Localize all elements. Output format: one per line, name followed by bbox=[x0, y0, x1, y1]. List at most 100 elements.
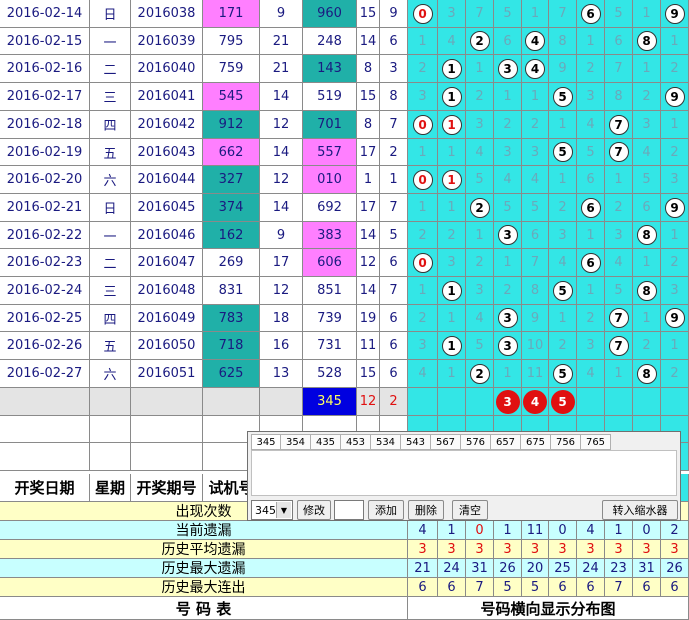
group-tab[interactable]: 756 bbox=[551, 434, 581, 450]
group-tab[interactable]: 576 bbox=[461, 434, 491, 450]
group-tab[interactable]: 354 bbox=[281, 434, 311, 450]
weekday-text: 日 bbox=[103, 8, 117, 23]
draw-sum-text: 17 bbox=[359, 200, 377, 215]
distribution-cell: 2 bbox=[661, 55, 689, 83]
miss-count: 1 bbox=[530, 6, 540, 21]
miss-count: 2 bbox=[670, 144, 679, 160]
stat-value-cell: 3 bbox=[661, 540, 689, 559]
group-tab[interactable]: 534 bbox=[371, 434, 401, 450]
test-number-text: 625 bbox=[218, 366, 244, 381]
stat-value-cell: 0 bbox=[549, 521, 577, 540]
miss-count: 4 bbox=[614, 255, 623, 270]
draw-number-cell: 010 bbox=[303, 166, 357, 194]
distribution-cell: 1 bbox=[408, 139, 438, 166]
group-tab[interactable]: 657 bbox=[491, 434, 521, 450]
weekday-cell: 六 bbox=[90, 360, 131, 388]
draw-span-cell: 3 bbox=[380, 55, 408, 83]
test-sum-cell: 12 bbox=[260, 166, 303, 194]
test-sum-text: 13 bbox=[272, 366, 290, 381]
group-tab[interactable]: 543 bbox=[401, 434, 431, 450]
distribution-cell: 2 bbox=[438, 222, 466, 249]
draw-number-cell: 701 bbox=[303, 111, 357, 139]
miss-count: 7 bbox=[475, 6, 484, 21]
draw-sum-text: 14 bbox=[359, 33, 377, 49]
miss-count: 1 bbox=[530, 89, 540, 104]
distribution-cell: 7 bbox=[549, 0, 577, 28]
test-sum-cell: 21 bbox=[260, 28, 303, 55]
weekday-text: 五 bbox=[103, 340, 117, 355]
date-text: 2016-02-24 bbox=[6, 283, 83, 298]
test-sum-cell: 13 bbox=[260, 360, 303, 388]
miss-count: 4 bbox=[558, 255, 567, 270]
stat-value: 21 bbox=[414, 560, 431, 576]
draw-sum-text: 17 bbox=[359, 144, 377, 160]
draw-number-text: 701 bbox=[317, 117, 342, 132]
weekday-text: 二 bbox=[103, 257, 117, 272]
miss-count: 8 bbox=[558, 33, 567, 49]
miss-count: 2 bbox=[670, 255, 679, 270]
distribution-cell: 1 bbox=[661, 332, 689, 360]
distribution-cell: 2 bbox=[522, 111, 549, 139]
miss-count: 1 bbox=[475, 227, 484, 243]
group-tab[interactable]: 453 bbox=[341, 434, 371, 450]
add-button[interactable]: 添加 bbox=[368, 500, 404, 520]
stat-value-cell: 20 bbox=[522, 559, 549, 578]
distribution-cell: 1 bbox=[438, 277, 466, 305]
test-sum-cell: 9 bbox=[260, 0, 303, 28]
edit-button[interactable]: 修改 bbox=[297, 500, 331, 520]
miss-count: 9 bbox=[558, 61, 567, 76]
draw-span-text: 6 bbox=[389, 310, 398, 326]
number-ball: 9 bbox=[664, 3, 685, 24]
stat-value-cell: 11 bbox=[522, 521, 549, 540]
miss-count: 1 bbox=[614, 172, 623, 187]
number-ball: 4 bbox=[525, 58, 545, 79]
distribution-cell: 1 bbox=[633, 305, 661, 332]
move-to-shrinker-button[interactable]: 转入缩水器 bbox=[602, 500, 678, 520]
column-header: 星期 bbox=[94, 479, 125, 497]
distribution-cell: 2 bbox=[466, 83, 494, 111]
draw-number-cell: 851 bbox=[303, 277, 357, 305]
stat-value-cell: 26 bbox=[661, 559, 689, 578]
chevron-down-icon[interactable]: ▼ bbox=[276, 502, 291, 518]
test-number-cell: 662 bbox=[203, 139, 260, 166]
group-tab[interactable]: 345 bbox=[251, 434, 281, 450]
distribution-cell: 6 bbox=[577, 249, 605, 277]
test-number-text: 545 bbox=[218, 89, 244, 104]
current-distribution-cell: 5 bbox=[549, 388, 577, 416]
stat-value: 3 bbox=[447, 541, 456, 557]
group-tab[interactable]: 567 bbox=[431, 434, 461, 450]
distribution-cell: 1 bbox=[494, 249, 522, 277]
blank-cell bbox=[131, 416, 203, 443]
miss-count: 3 bbox=[586, 89, 595, 104]
group-tab[interactable]: 435 bbox=[311, 434, 341, 450]
miss-count: 1 bbox=[503, 366, 512, 381]
test-number-text: 162 bbox=[218, 227, 244, 243]
group-select[interactable]: 345 ▼ bbox=[251, 500, 293, 520]
test-number-text: 783 bbox=[218, 310, 244, 326]
group-tab[interactable]: 675 bbox=[521, 434, 551, 450]
stat-value-cell: 5 bbox=[494, 578, 522, 597]
draw-sum-text: 15 bbox=[359, 6, 377, 21]
number-ball: 2 bbox=[469, 31, 490, 51]
clear-button[interactable]: 清空 bbox=[452, 500, 488, 520]
delete-button[interactable]: 删除 bbox=[408, 500, 444, 520]
miss-count: 1 bbox=[614, 366, 623, 381]
weekday-text: 四 bbox=[103, 119, 117, 134]
stat-value-cell: 26 bbox=[494, 559, 522, 578]
miss-count: 1 bbox=[503, 255, 512, 270]
miss-count: 4 bbox=[586, 366, 595, 381]
distribution-cell: 8 bbox=[549, 28, 577, 55]
blank-cell bbox=[90, 443, 131, 471]
draw-sum-cell: 8 bbox=[357, 111, 380, 139]
distribution-cell: 2 bbox=[661, 139, 689, 166]
current-distribution-cell bbox=[408, 388, 438, 416]
draw-sum-text: 8 bbox=[363, 117, 373, 132]
footer-left-title: 号 码 表 bbox=[175, 599, 232, 618]
number-input[interactable] bbox=[334, 500, 364, 520]
number-ball: 6 bbox=[580, 3, 601, 24]
stat-value-cell: 2 bbox=[661, 521, 689, 540]
distribution-cell: 2 bbox=[633, 83, 661, 111]
group-list-area[interactable] bbox=[251, 450, 677, 496]
group-tab[interactable]: 765 bbox=[581, 434, 611, 450]
number-ball: 5 bbox=[552, 280, 573, 301]
